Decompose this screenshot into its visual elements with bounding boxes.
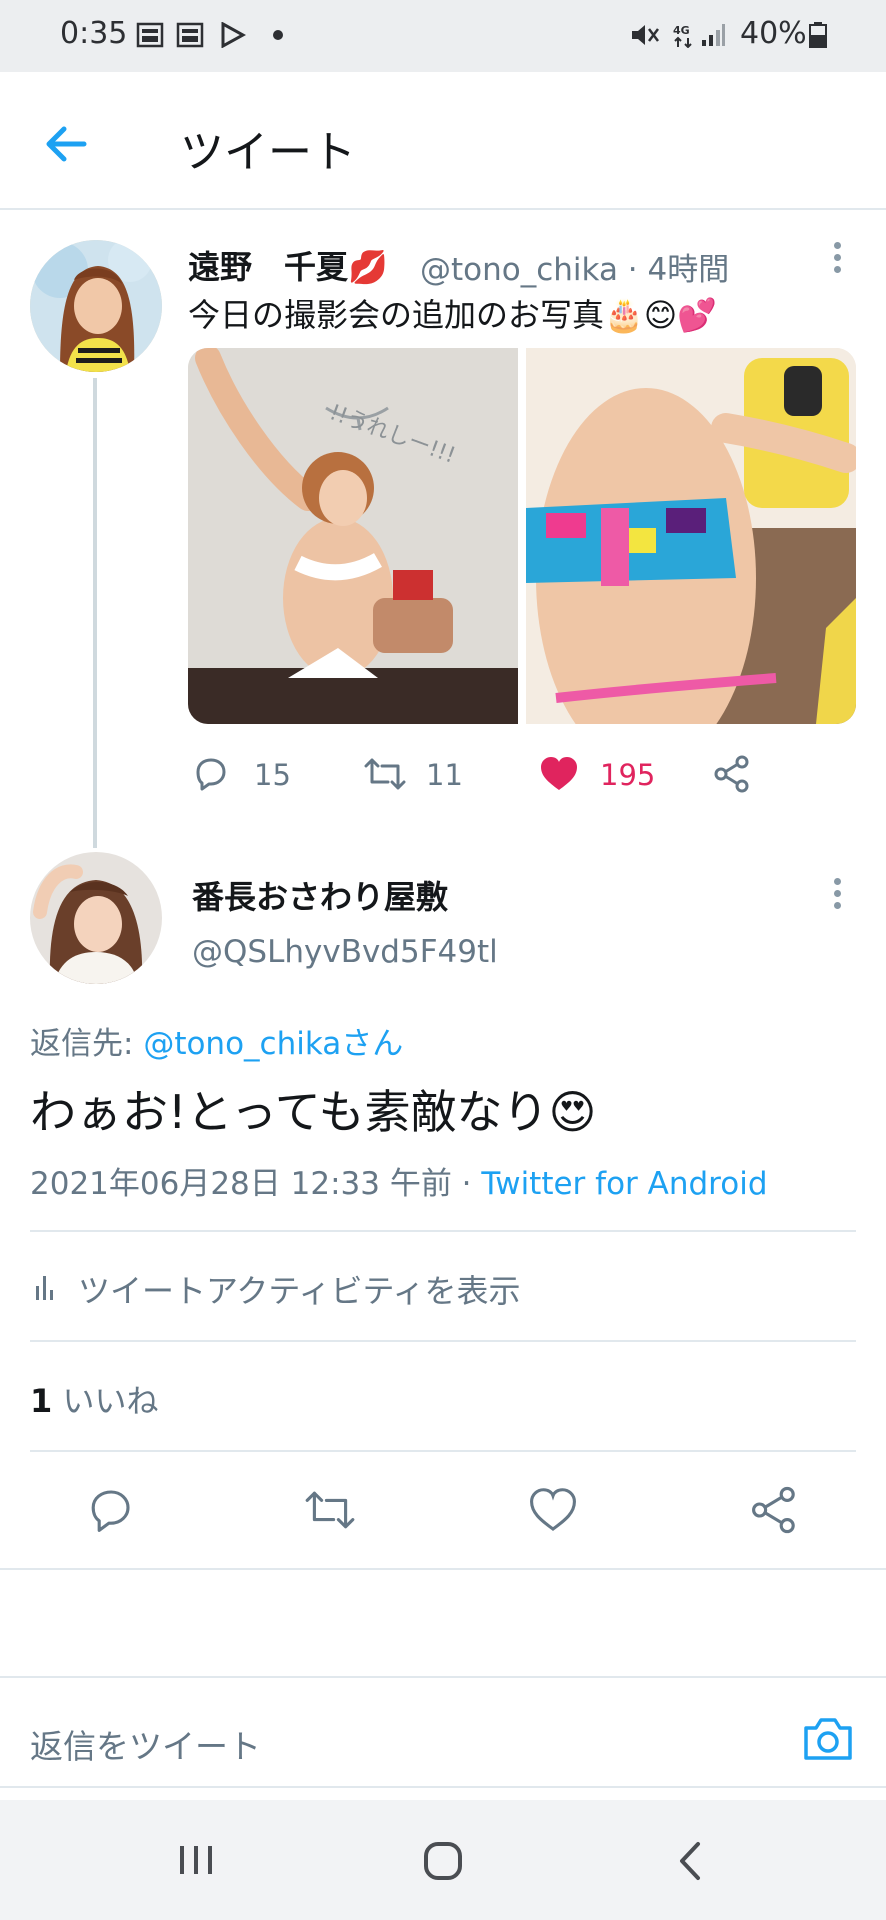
battery-percent: 40% (740, 16, 807, 51)
photo-1-image: !!うれしー!!! (188, 348, 518, 724)
divider (30, 1340, 856, 1342)
back-nav-icon[interactable] (676, 1840, 706, 1882)
reply-composer-input[interactable]: 返信をツイート (30, 1720, 261, 1768)
dot-icon (273, 30, 283, 40)
replying-to-prefix: 返信先: (30, 1026, 144, 1062)
divider (0, 1676, 886, 1678)
share-icon[interactable] (750, 1486, 798, 1534)
replying-to-link[interactable]: @tono_chikaさん (143, 1026, 403, 1062)
reply-text: わぁお!とっても素敵なり😍 (30, 1085, 597, 1139)
svg-text:4G: 4G (673, 24, 690, 37)
camera-icon[interactable] (800, 1714, 856, 1764)
home-icon[interactable] (422, 1840, 464, 1882)
tweet-photo-1[interactable]: !!うれしー!!! (188, 348, 518, 724)
life-app-icon (136, 22, 164, 48)
reply-count: 15 (254, 758, 291, 792)
thread-connector-line (93, 378, 97, 848)
reply-meta: 2021年06月28日 12:33 午前 · Twitter for Andro… (30, 1158, 768, 1203)
avatar-image (30, 852, 162, 984)
status-time: 0:35 (60, 16, 128, 51)
status-bar: 0:35 4G 40% (0, 0, 886, 72)
retweet-icon[interactable] (302, 1486, 358, 1534)
avatar[interactable] (30, 240, 162, 372)
life-app-icon (176, 22, 204, 48)
4g-icon: 4G (673, 24, 692, 48)
tweet-text: 今日の撮影会の追加のお写真🎂😊💕 (188, 296, 718, 334)
reply-datetime: 2021年06月28日 12:33 午前 · (30, 1166, 482, 1202)
recent-apps-icon[interactable] (176, 1840, 216, 1880)
reply-author-name[interactable]: 番長おさわり屋敷 (192, 872, 448, 918)
avatar-image (30, 240, 162, 372)
heart-icon[interactable] (528, 1486, 578, 1534)
divider (30, 1230, 856, 1232)
more-options-icon[interactable] (829, 874, 845, 914)
likes-summary[interactable]: 1 いいね (30, 1376, 158, 1422)
like-count: 195 (600, 758, 656, 792)
tweet-handle-time: @tono_chika · 4時間 (420, 252, 730, 288)
reply-icon[interactable] (190, 754, 230, 794)
tweet-author-name[interactable]: 遠野 千夏💋 (188, 242, 388, 288)
signal-icon (702, 24, 725, 46)
photo-2-image (526, 348, 856, 724)
page-title: ツイート (180, 127, 356, 178)
arrow-left-icon[interactable] (38, 114, 98, 174)
bar-chart-icon (36, 1276, 53, 1300)
tweet-activity-label: ツイートアクティビティを表示 (78, 1272, 521, 1310)
reply-author-handle[interactable]: @QSLhyvBvd5F49tl (192, 934, 498, 970)
system-nav-bar (0, 1800, 886, 1920)
replying-to: 返信先: @tono_chikaさん (30, 1018, 403, 1063)
reply-source-link[interactable]: Twitter for Android (481, 1166, 767, 1202)
divider (0, 1568, 886, 1570)
retweet-icon[interactable] (362, 754, 408, 794)
avatar[interactable] (30, 852, 162, 984)
mute-icon (632, 25, 659, 45)
divider (0, 1786, 886, 1788)
share-icon[interactable] (712, 754, 752, 794)
retweet-count: 11 (426, 758, 463, 792)
tweet-photo-2[interactable] (526, 348, 856, 724)
more-options-icon[interactable] (829, 238, 845, 278)
likes-label: いいね (52, 1382, 159, 1420)
likes-count: 1 (30, 1382, 53, 1420)
header-bar: ツイート (0, 72, 886, 210)
divider (30, 1450, 856, 1452)
heart-filled-icon[interactable] (538, 754, 580, 794)
play-store-icon (221, 22, 246, 48)
reply-icon[interactable] (86, 1486, 134, 1534)
battery-icon (809, 22, 827, 48)
